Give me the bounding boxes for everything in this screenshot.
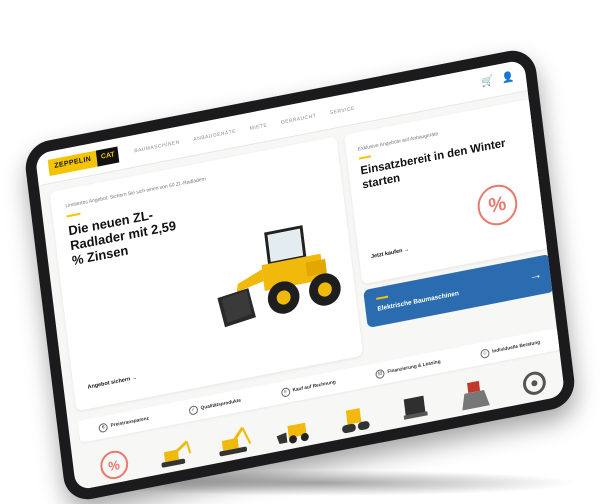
header-icons: 🛒 👤 bbox=[481, 72, 515, 89]
mini-excavator-icon bbox=[161, 440, 192, 468]
logo-zeppelin: ZEPPELIN bbox=[47, 150, 99, 176]
feature-finance: ▤ Finanzierung & Leasing bbox=[375, 357, 441, 379]
promo-card: Exklusive Angebote auf Anbaugeräte Einsa… bbox=[344, 98, 549, 285]
offer-link[interactable]: Angebot sichern → bbox=[87, 375, 137, 391]
quality-icon: ✓ bbox=[188, 404, 199, 416]
feature-label: Kauf auf Rechnung bbox=[292, 379, 337, 394]
category-grapple[interactable] bbox=[451, 373, 499, 417]
attachment-icon bbox=[403, 395, 428, 420]
feature-price: € Preistransparenz bbox=[98, 414, 149, 433]
feature-quality: ✓ Qualitätsprodukte bbox=[188, 396, 242, 416]
excavator-icon bbox=[219, 426, 252, 457]
category-attachment[interactable] bbox=[391, 384, 439, 428]
accent-bar bbox=[66, 212, 81, 218]
feature-invoice: ≡ Kauf auf Rechnung bbox=[280, 378, 336, 398]
feature-label: Finanzierung & Leasing bbox=[387, 359, 441, 375]
feature-label: Preistransparenz bbox=[110, 415, 150, 429]
cart-icon[interactable]: 🛒 bbox=[481, 75, 495, 88]
wheel-loader-image bbox=[217, 225, 341, 328]
tablet-frame: ZEPPELIN CAT BAUMASCHINEN ANBAUGERÄTE MI… bbox=[22, 46, 578, 504]
roller-icon bbox=[341, 408, 370, 434]
category-mini-excavator[interactable] bbox=[150, 431, 198, 475]
brand-logo[interactable]: ZEPPELIN CAT bbox=[47, 145, 120, 176]
machine-part-icon bbox=[523, 371, 547, 395]
feature-label: Qualitätsprodukte bbox=[200, 398, 242, 411]
wheel-loader-icon bbox=[276, 422, 310, 444]
promo-eyebrow: Exklusive Angebote auf Anbaugeräte bbox=[357, 131, 439, 153]
category-roller[interactable] bbox=[331, 396, 379, 440]
nav-item-anbaugeraete[interactable]: ANBAUGERÄTE bbox=[193, 128, 236, 142]
feature-label: Individuelle Beratung bbox=[491, 339, 541, 355]
category-sale[interactable]: % bbox=[90, 443, 138, 487]
buy-now-link[interactable]: Jetzt kaufen → bbox=[371, 247, 410, 260]
hero-title: Die neuen ZL-Radlader mit 2,59 % Zinsen bbox=[67, 207, 177, 269]
invoice-icon: ≡ bbox=[280, 386, 291, 398]
nav-item-baumaschinen[interactable]: BAUMASCHINEN bbox=[134, 139, 180, 154]
tablet-screen: ZEPPELIN CAT BAUMASCHINEN ANBAUGERÄTE MI… bbox=[34, 59, 566, 491]
finance-icon: ▤ bbox=[375, 368, 386, 379]
feature-advice: ☺ Individuelle Beratung bbox=[479, 338, 541, 359]
percent-icon: % bbox=[98, 448, 130, 482]
arrow-right-icon: → bbox=[528, 265, 543, 284]
price-icon: € bbox=[98, 421, 109, 433]
electric-label: Elektrische Baumaschinen bbox=[377, 290, 460, 313]
advice-icon: ☺ bbox=[479, 347, 490, 359]
category-more[interactable] bbox=[511, 361, 559, 405]
accent-bar bbox=[358, 155, 371, 160]
percent-icon: % bbox=[475, 181, 520, 229]
nav-item-miete[interactable]: MIETE bbox=[249, 122, 267, 131]
category-excavator[interactable] bbox=[210, 420, 258, 464]
nav-item-gebraucht[interactable]: GEBRAUCHT bbox=[281, 112, 317, 125]
hero-eyebrow: Limitiertes Angebot: Sichern Sie sich ei… bbox=[65, 176, 207, 210]
category-wheel-loader[interactable] bbox=[270, 408, 318, 452]
logo-cat: CAT bbox=[96, 145, 120, 167]
grapple-icon bbox=[462, 380, 490, 411]
user-icon[interactable]: 👤 bbox=[501, 72, 515, 85]
hero-card: Limitiertes Angebot: Sichern Sie sich ei… bbox=[49, 136, 364, 412]
accent-bar bbox=[376, 295, 389, 300]
nav-item-service[interactable]: SERVICE bbox=[330, 105, 356, 116]
